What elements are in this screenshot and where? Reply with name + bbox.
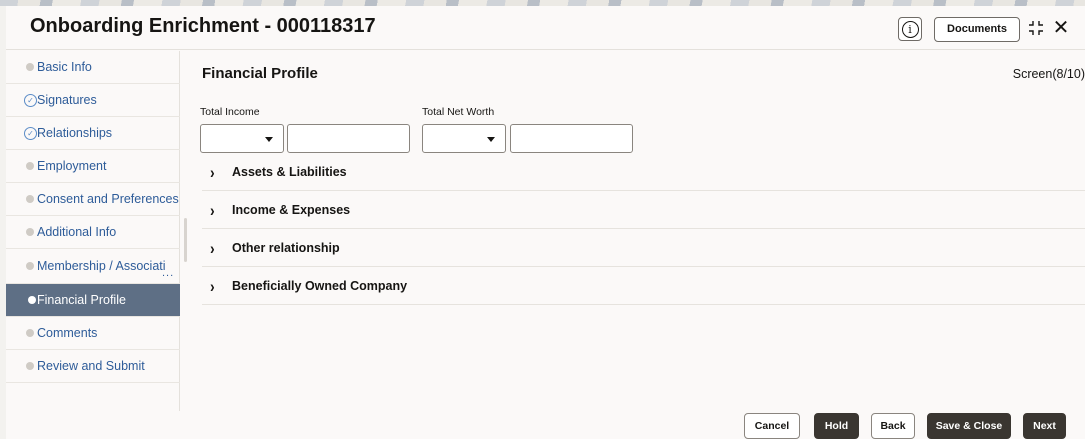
sidebar-item-label: Consent and Preferences [37,192,179,206]
onboarding-window: Onboarding Enrichment - 000118317 i Docu… [6,6,1085,439]
sidebar-item-employment[interactable]: Employment [6,150,180,183]
sidebar-item-relationships[interactable]: ✓ Relationships [6,117,180,150]
active-dot-icon [28,296,36,304]
pending-dot-icon [26,329,34,337]
pending-dot-icon [26,195,34,203]
accordion-label: Assets & Liabilities [232,164,347,179]
sidebar-item-consent-and-preferences[interactable]: Consent and Preferences [6,183,180,216]
sidebar-item-comments[interactable]: Comments [6,317,180,350]
cancel-button[interactable]: Cancel [744,413,800,439]
chevron-right-icon: › [210,199,215,220]
chevron-right-icon: › [210,275,215,296]
sidebar-item-membership[interactable]: Membership / Associati ... [6,249,180,284]
footer-actions: Cancel Hold Back Save & Close Next [6,411,1085,439]
accordion-income-expenses[interactable]: › Income & Expenses [202,191,1085,229]
sidebar-item-label: Review and Submit [37,359,145,373]
chevron-down-icon [265,137,273,142]
sidebar-item-signatures[interactable]: ✓ Signatures [6,84,180,117]
total-net-worth-input[interactable] [510,124,633,153]
screen-counter: Screen(8/10) [1012,67,1085,81]
save-close-button[interactable]: Save & Close [927,413,1011,439]
total-income-label: Total Income [200,106,260,118]
pending-dot-icon [26,362,34,370]
window-header: Onboarding Enrichment - 000118317 i Docu… [6,6,1085,50]
close-icon[interactable]: ✕ [1051,17,1071,39]
info-icon: i [901,20,919,38]
sidebar-resize-handle[interactable] [184,218,187,262]
sidebar-item-label: Relationships [37,126,113,140]
total-net-worth-currency-select[interactable] [422,124,506,153]
accordion-label: Other relationship [232,240,340,255]
accordion-label: Beneficially Owned Company [232,278,408,293]
next-button[interactable]: Next [1023,413,1066,439]
pending-dot-icon [26,262,34,270]
section-title: Financial Profile [202,65,318,82]
chevron-right-icon: › [210,161,215,182]
truncation-ellipsis: ... [162,267,175,279]
total-net-worth-label: Total Net Worth [422,106,495,118]
check-circle-icon: ✓ [24,93,37,107]
accordion-beneficially-owned-company[interactable]: › Beneficially Owned Company [202,267,1085,305]
total-income-input[interactable] [287,124,410,153]
pending-dot-icon [26,162,34,170]
sidebar-item-basic-info[interactable]: Basic Info [6,51,180,84]
sidebar-item-additional-info[interactable]: Additional Info [6,216,180,249]
sidebar-item-label: Financial Profile [37,293,126,307]
pending-dot-icon [26,63,34,71]
sidebar-item-label: Employment [37,159,107,173]
check-circle-icon: ✓ [24,126,37,140]
documents-button[interactable]: Documents [934,17,1020,42]
sidebar-item-label: Comments [37,326,98,340]
accordion-label: Income & Expenses [232,202,351,217]
page-title: Onboarding Enrichment - 000118317 [30,15,376,37]
main-content: Financial Profile Screen(8/10) Total Inc… [188,51,1085,411]
pending-dot-icon [26,228,34,236]
hold-button[interactable]: Hold [814,413,859,439]
sidebar-item-financial-profile[interactable]: Financial Profile [6,284,180,317]
sidebar-item-label: Additional Info [37,225,117,239]
sidebar-item-label: Basic Info [37,60,92,74]
chevron-right-icon: › [210,237,215,258]
expand-icon[interactable] [1028,20,1046,38]
back-button[interactable]: Back [871,413,915,439]
sidebar-item-review-and-submit[interactable]: Review and Submit [6,350,180,383]
total-income-currency-select[interactable] [200,124,284,153]
chevron-down-icon [487,137,495,142]
sidebar-nav: Basic Info ✓ Signatures ✓ Relationships … [6,51,180,411]
sidebar-item-label: Membership / Associati [37,259,166,273]
accordion-assets-liabilities[interactable]: › Assets & Liabilities [202,153,1085,191]
sidebar-item-label: Signatures [37,93,97,107]
info-button[interactable]: i [898,17,922,41]
accordion-other-relationship[interactable]: › Other relationship [202,229,1085,267]
